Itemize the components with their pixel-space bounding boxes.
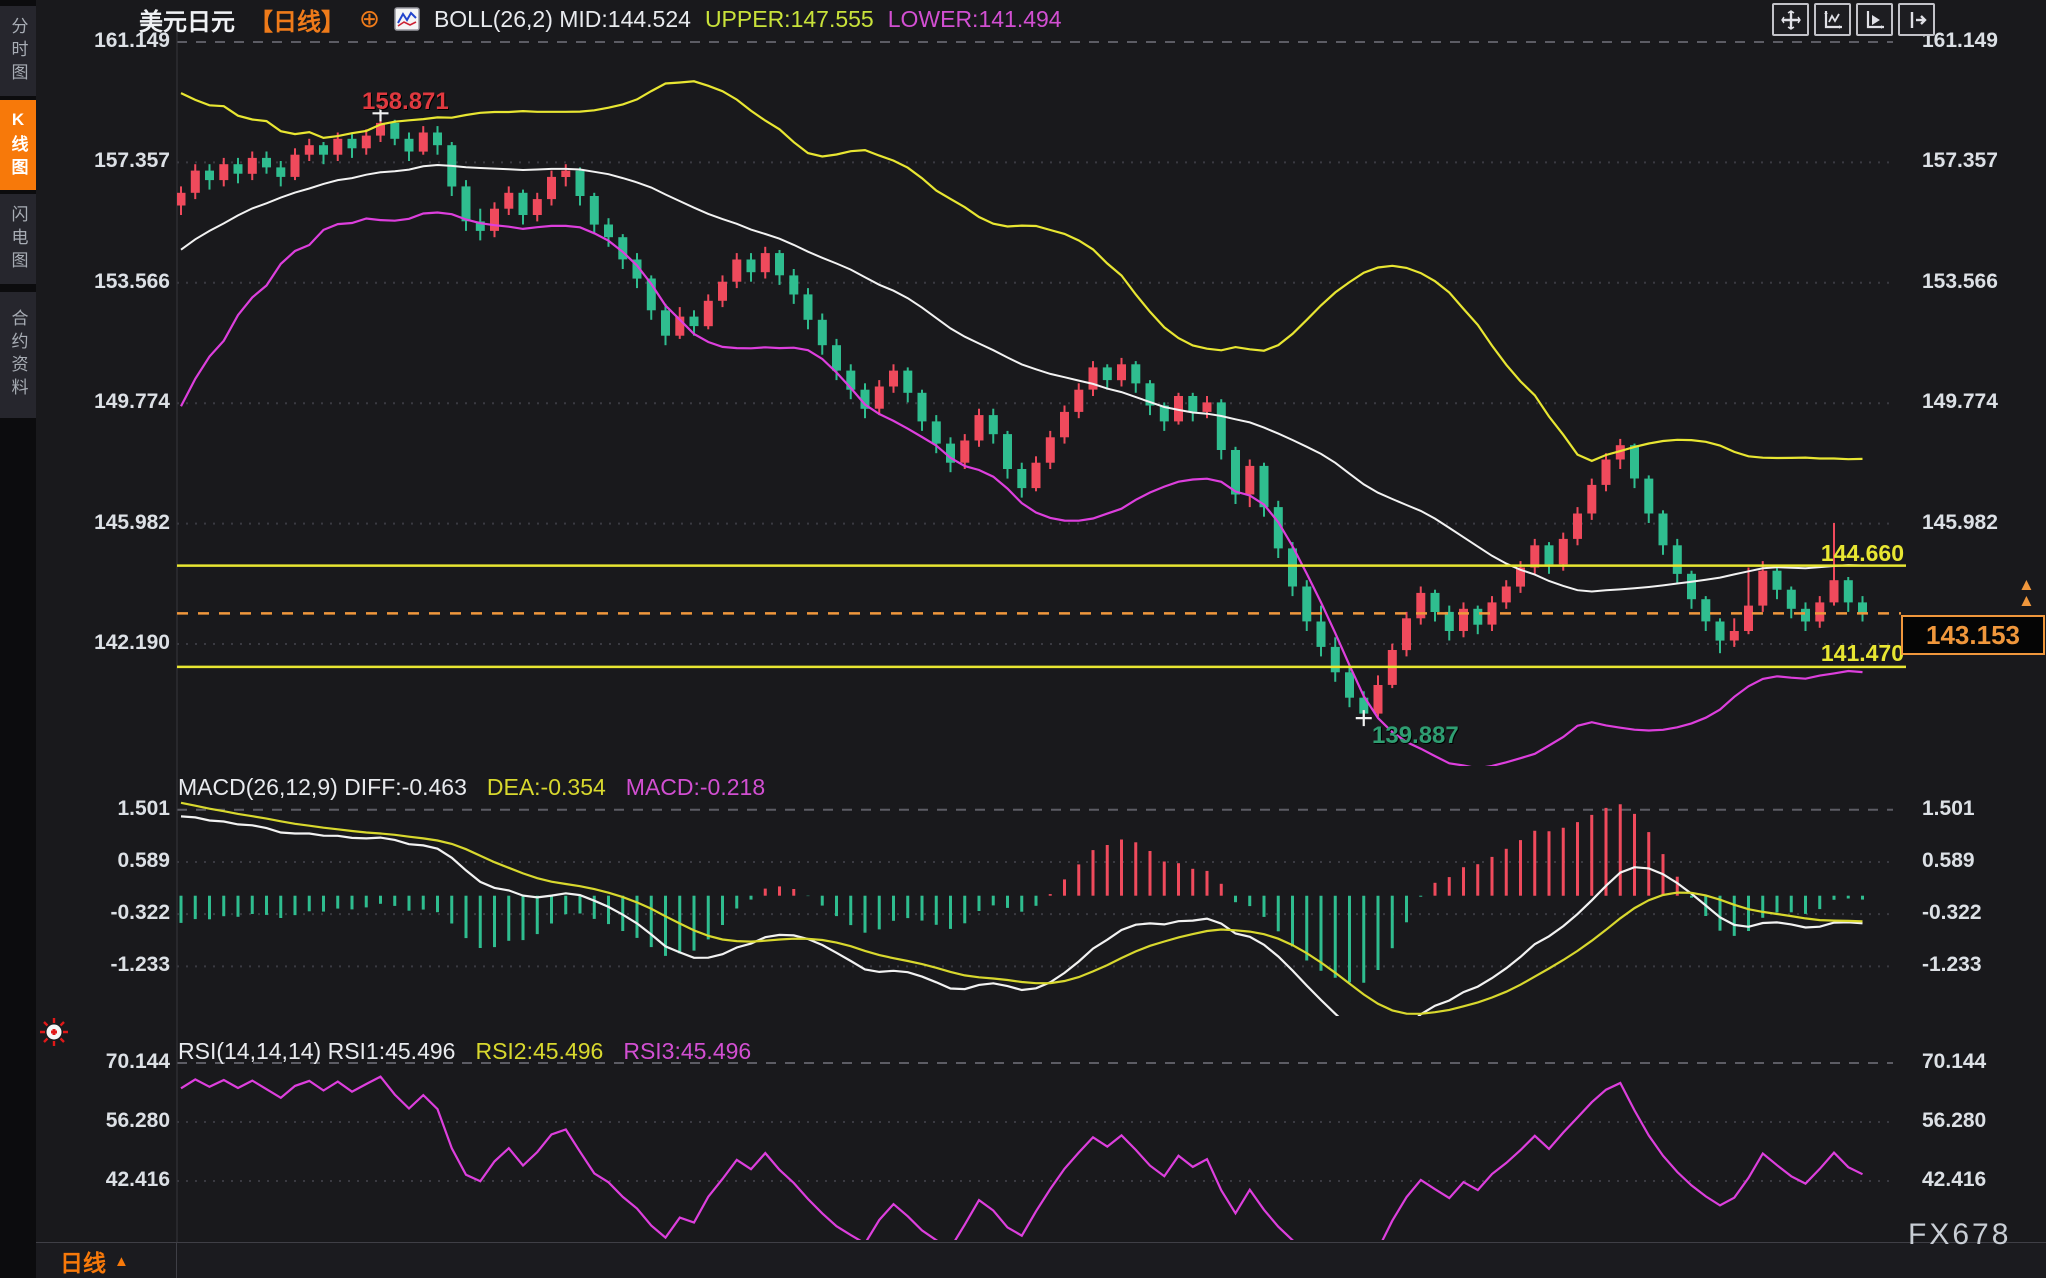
support-level-label: 141.470 <box>1752 640 1904 667</box>
macd-dea-readout: DEA:-0.354 <box>487 774 606 801</box>
collapse-right-icon[interactable] <box>1898 3 1935 36</box>
last-price-box: 143.153 <box>1901 615 2045 655</box>
macd-header: MACD(26,12,9) DIFF:-0.463 DEA:-0.354 MAC… <box>178 774 765 801</box>
rsi1-readout: RSI(14,14,14) RSI1:45.496 <box>178 1038 455 1065</box>
period-selector[interactable]: 日线 ▲ <box>38 1243 177 1278</box>
mini-chart-icon[interactable] <box>394 7 420 31</box>
sidebar-item-timeshare[interactable]: 分时图 <box>0 6 36 96</box>
watermark: FX678 <box>1908 1218 2011 1252</box>
rsi3-readout: RSI3:45.496 <box>623 1038 751 1065</box>
high-annotation: 158.871 <box>362 88 449 116</box>
chart-header: 美元日元 【日线】 ⊕ BOLL(26,2) MID:144.524 UPPER… <box>139 4 1062 34</box>
pan-icon[interactable] <box>1772 3 1809 36</box>
price-up-arrow-icon: ▲ <box>2018 594 2035 608</box>
rsi2-readout: RSI2:45.496 <box>475 1038 603 1065</box>
boll-readout: BOLL(26,2) MID:144.524 <box>434 6 691 33</box>
low-annotation: 139.887 <box>1372 722 1459 750</box>
axis-zoom-icon[interactable] <box>1814 3 1851 36</box>
sidebar-item-contract-info[interactable]: 合约资料 <box>0 292 36 418</box>
resistance-level-label: 144.660 <box>1752 540 1904 567</box>
macd-diff-readout: MACD(26,12,9) DIFF:-0.463 <box>178 774 467 801</box>
boll-lower-readout: LOWER:141.494 <box>888 6 1062 33</box>
triangle-up-icon: ▲ <box>114 1253 129 1270</box>
alert-sun-icon <box>38 1016 70 1053</box>
period-tag: 【日线】 <box>249 2 345 37</box>
rsi-header: RSI(14,14,14) RSI1:45.496 RSI2:45.496 RS… <box>178 1038 751 1065</box>
sidebar-item-kline[interactable]: K线图 <box>0 100 36 190</box>
axis-play-icon[interactable] <box>1856 3 1893 36</box>
sidebar-item-lightning[interactable]: 闪电图 <box>0 194 36 284</box>
price-up-arrow-icon: ▲ <box>2018 578 2035 592</box>
chart-app: 161.149161.149157.357157.357153.566153.5… <box>0 0 2046 1278</box>
add-indicator-icon[interactable]: ⊕ <box>359 7 380 31</box>
chart-toolbar <box>1772 3 1935 36</box>
period-label: 日线 <box>60 1244 106 1278</box>
sidebar: 分时图 K线图 闪电图 合约资料 <box>0 0 36 1278</box>
boll-upper-readout: UPPER:147.555 <box>705 6 874 33</box>
bottom-bar: 日线 ▲ <box>36 1242 2046 1278</box>
chart-canvas[interactable] <box>0 0 2046 1278</box>
macd-bar-readout: MACD:-0.218 <box>626 774 765 801</box>
symbol-name: 美元日元 <box>139 2 235 37</box>
